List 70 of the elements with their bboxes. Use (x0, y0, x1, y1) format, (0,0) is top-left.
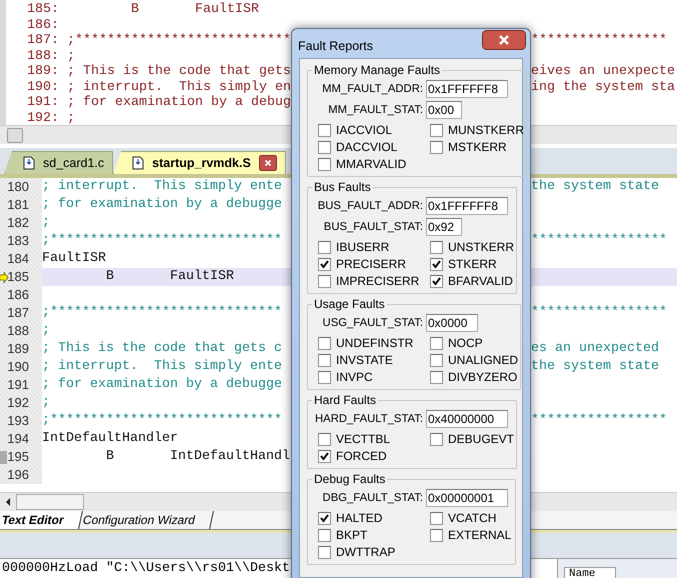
line-number: 180 (7, 179, 29, 194)
code-line: ; for examination by a debugge (42, 377, 282, 392)
code-line: ; (42, 395, 50, 410)
line-number: 195 (7, 449, 29, 464)
disassembly-line: ; (67, 48, 75, 64)
line-number: 187 (7, 305, 29, 320)
line-number: 184 (7, 251, 29, 266)
line-number: 188: (27, 48, 60, 64)
line-number: 193 (7, 413, 29, 428)
group-title: Debug Faults (313, 472, 386, 486)
group-title: Usage Faults (313, 297, 386, 311)
code-line: ;***************************** (42, 413, 282, 428)
field-label: BUS_FAULT_ADDR: (316, 200, 423, 212)
disassembly-line: ;*************************** (67, 33, 291, 48)
line-number: 190 (7, 359, 29, 374)
field-label: BUS_FAULT_STAT: (322, 221, 423, 233)
code-line: the system state (531, 359, 659, 374)
code-line: ; (42, 323, 50, 338)
line-number: 194 (7, 431, 29, 446)
disassembly-line: B FaultISR (130, 2, 259, 17)
line-number: 182 (7, 215, 29, 230)
line-number: 192 (7, 395, 29, 410)
line-number: 190: (27, 80, 60, 95)
field-label: DBG_FAULT_STAT: (322, 492, 423, 504)
code-line: ***************** (531, 413, 667, 428)
code-line: ***************** (531, 233, 667, 248)
disassembly-line: ing the system sta (531, 80, 675, 94)
code-line: es an unexpected (531, 341, 659, 356)
line-number: 192: (27, 110, 60, 125)
code-line: FaultISR (42, 251, 106, 266)
field-label: HARD_FAULT_STAT: (314, 413, 423, 425)
code-line: IntDefaultHandler (42, 431, 178, 446)
line-number: 186: (27, 18, 60, 33)
line-number: 189 (7, 341, 29, 356)
line-number: 191 (7, 377, 29, 392)
code-line: ***************** (531, 305, 667, 320)
code-line: ; interrupt. This simply ente (42, 179, 282, 194)
line-number: 186 (7, 287, 29, 302)
line-number: 196 (7, 467, 29, 482)
line-number: 185 (7, 269, 29, 284)
code-line: ;***************************** (42, 233, 282, 248)
code-line: B IntDefaultHandl (104, 449, 290, 464)
field-label: USG_FAULT_STAT: (322, 317, 423, 329)
line-number: 183 (7, 233, 29, 248)
group-title: Memory Manage Faults (313, 63, 442, 77)
line-number: 187: (27, 33, 60, 48)
disassembly-line: ; This is the code that gets (67, 64, 291, 79)
code-line: B FaultISR (104, 269, 234, 284)
line-number: 191: (27, 95, 60, 110)
window-title: Fault Reports (298, 39, 374, 53)
code-line: ; This is the code that gets c (42, 341, 282, 356)
code-line: ; interrupt. This simply ente (42, 359, 282, 374)
line-number: 181 (7, 197, 29, 212)
line-number: 189: (27, 64, 60, 80)
code-line: ;***************************** (42, 305, 282, 320)
field-label: MM_FAULT_ADDR: (321, 83, 423, 95)
line-number: 185: (27, 2, 60, 18)
field-label: MM_FAULT_STAT: (327, 104, 423, 116)
code-line: ; (42, 215, 50, 230)
disassembly-line: eives an unexpecte (531, 64, 675, 79)
code-line: the system state (531, 179, 659, 194)
disassembly-line: ***************** (531, 33, 667, 48)
group-title: Hard Faults (313, 393, 378, 407)
group-title: Bus Faults (313, 180, 372, 194)
disassembly-line: ; for examination by a debug (67, 95, 291, 110)
code-line: ; for examination by a debugge (42, 197, 282, 212)
disassembly-line: ; (67, 110, 75, 125)
line-number: 188 (7, 323, 29, 338)
command-output: 000000HzLoad "C:\\Users\\rs01\\Deskt (1, 560, 291, 578)
disassembly-line: ; interrupt. This simply en (67, 80, 291, 94)
